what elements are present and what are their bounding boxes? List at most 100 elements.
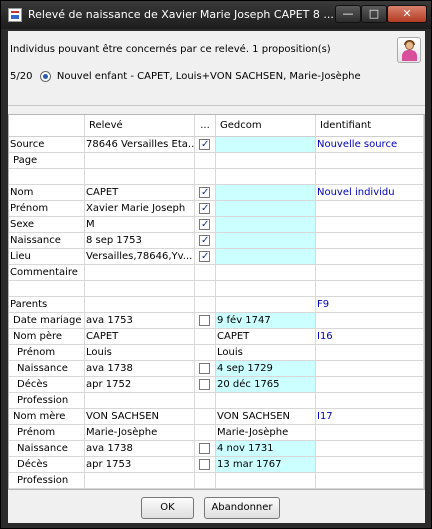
- cell-ident[interactable]: [316, 313, 424, 329]
- cell-releve[interactable]: [85, 281, 195, 297]
- cell-ident[interactable]: [316, 473, 424, 489]
- cell-releve[interactable]: [85, 297, 195, 313]
- cell-gedcom[interactable]: [216, 473, 316, 489]
- cell-gedcom[interactable]: [216, 153, 316, 169]
- cell-check[interactable]: [195, 185, 216, 201]
- cell-releve[interactable]: VON SACHSEN: [85, 409, 195, 425]
- cell-ident[interactable]: [316, 457, 424, 473]
- cell-check[interactable]: [195, 265, 216, 281]
- include-checkbox[interactable]: [199, 137, 210, 152]
- cell-ident[interactable]: [316, 441, 424, 457]
- title-bar[interactable]: Relevé de naissance de Xavier Marie Jose…: [1, 1, 431, 29]
- cell-check[interactable]: [195, 313, 216, 329]
- cell-ident[interactable]: [316, 169, 424, 185]
- cell-check[interactable]: [195, 217, 216, 233]
- cell-gedcom[interactable]: VON SACHSEN: [216, 409, 316, 425]
- cell-ident[interactable]: [316, 377, 424, 393]
- cell-releve[interactable]: [85, 393, 195, 409]
- cell-ident[interactable]: I16: [316, 329, 424, 345]
- cell-gedcom[interactable]: [216, 249, 316, 265]
- close-button[interactable]: ✕: [387, 5, 427, 23]
- cancel-button[interactable]: Abandonner: [204, 497, 280, 519]
- include-checkbox[interactable]: [199, 201, 210, 216]
- cell-check[interactable]: [195, 425, 216, 441]
- cell-gedcom[interactable]: [216, 137, 316, 153]
- include-checkbox[interactable]: [199, 217, 210, 232]
- include-checkbox[interactable]: [199, 379, 210, 390]
- cell-check[interactable]: [195, 297, 216, 313]
- header-releve[interactable]: Relevé: [85, 115, 195, 137]
- cell-gedcom[interactable]: 4 nov 1731: [216, 441, 316, 457]
- cell-ident[interactable]: [316, 217, 424, 233]
- include-checkbox[interactable]: [199, 185, 210, 200]
- cell-releve[interactable]: Marie-Josèphe: [85, 425, 195, 441]
- cell-check[interactable]: [195, 377, 216, 393]
- cell-ident[interactable]: F9: [316, 297, 424, 313]
- cell-releve[interactable]: apr 1753: [85, 457, 195, 473]
- cell-gedcom[interactable]: CAPET: [216, 329, 316, 345]
- cell-releve[interactable]: CAPET: [85, 329, 195, 345]
- cell-check[interactable]: [195, 329, 216, 345]
- person-icon[interactable]: [397, 37, 421, 63]
- cell-ident[interactable]: [316, 201, 424, 217]
- cell-gedcom[interactable]: [216, 201, 316, 217]
- cell-releve[interactable]: Versailles,78646,Yv...: [85, 249, 195, 265]
- include-checkbox[interactable]: [199, 315, 210, 326]
- cell-releve[interactable]: [85, 473, 195, 489]
- cell-gedcom[interactable]: 4 sep 1729: [216, 361, 316, 377]
- proposition-radio[interactable]: [39, 71, 51, 82]
- cell-ident[interactable]: [316, 425, 424, 441]
- header-gedcom[interactable]: Gedcom: [216, 115, 316, 137]
- cell-gedcom[interactable]: [216, 281, 316, 297]
- cell-check[interactable]: [195, 393, 216, 409]
- cell-gedcom[interactable]: [216, 217, 316, 233]
- cell-gedcom[interactable]: [216, 297, 316, 313]
- include-checkbox[interactable]: [199, 459, 210, 470]
- cell-check[interactable]: [195, 473, 216, 489]
- cell-releve[interactable]: ava 1738: [85, 361, 195, 377]
- cell-releve[interactable]: ava 1753: [85, 313, 195, 329]
- cell-check[interactable]: [195, 137, 216, 153]
- cell-ident[interactable]: [316, 393, 424, 409]
- proposition-item[interactable]: 5/20 Nouvel enfant - CAPET, Louis+VON SA…: [10, 71, 415, 87]
- cell-gedcom[interactable]: 13 mar 1767: [216, 457, 316, 473]
- cell-check[interactable]: [195, 457, 216, 473]
- cell-gedcom[interactable]: [216, 393, 316, 409]
- cell-check[interactable]: [195, 169, 216, 185]
- cell-ident[interactable]: I17: [316, 409, 424, 425]
- header-check[interactable]: ...: [195, 115, 216, 137]
- cell-releve[interactable]: ava 1738: [85, 441, 195, 457]
- include-checkbox[interactable]: [199, 363, 210, 374]
- minimize-button[interactable]: —: [335, 5, 361, 23]
- cell-ident[interactable]: [316, 345, 424, 361]
- cell-gedcom[interactable]: [216, 169, 316, 185]
- header-identifiant[interactable]: Identifiant: [316, 115, 424, 137]
- cell-check[interactable]: [195, 281, 216, 297]
- ok-button[interactable]: OK: [141, 497, 194, 519]
- cell-gedcom[interactable]: Louis: [216, 345, 316, 361]
- cell-ident[interactable]: [316, 233, 424, 249]
- maximize-button[interactable]: □: [361, 5, 387, 23]
- include-checkbox[interactable]: [199, 443, 210, 454]
- cell-releve[interactable]: [85, 265, 195, 281]
- include-checkbox[interactable]: [199, 233, 210, 248]
- cell-gedcom[interactable]: [216, 265, 316, 281]
- include-checkbox[interactable]: [199, 249, 210, 264]
- cell-check[interactable]: [195, 201, 216, 217]
- cell-releve[interactable]: [85, 153, 195, 169]
- cell-check[interactable]: [195, 441, 216, 457]
- cell-check[interactable]: [195, 409, 216, 425]
- cell-check[interactable]: [195, 153, 216, 169]
- cell-ident[interactable]: [316, 249, 424, 265]
- cell-releve[interactable]: Louis: [85, 345, 195, 361]
- cell-gedcom[interactable]: 20 déc 1765: [216, 377, 316, 393]
- cell-gedcom[interactable]: 9 fév 1747: [216, 313, 316, 329]
- cell-releve[interactable]: 78646 Versailles Eta...: [85, 137, 195, 153]
- cell-releve[interactable]: apr 1752: [85, 377, 195, 393]
- cell-releve[interactable]: 8 sep 1753: [85, 233, 195, 249]
- cell-ident[interactable]: [316, 153, 424, 169]
- cell-releve[interactable]: [85, 169, 195, 185]
- cell-ident[interactable]: [316, 281, 424, 297]
- cell-gedcom[interactable]: Marie-Josèphe: [216, 425, 316, 441]
- cell-ident[interactable]: Nouvel individu: [316, 185, 424, 201]
